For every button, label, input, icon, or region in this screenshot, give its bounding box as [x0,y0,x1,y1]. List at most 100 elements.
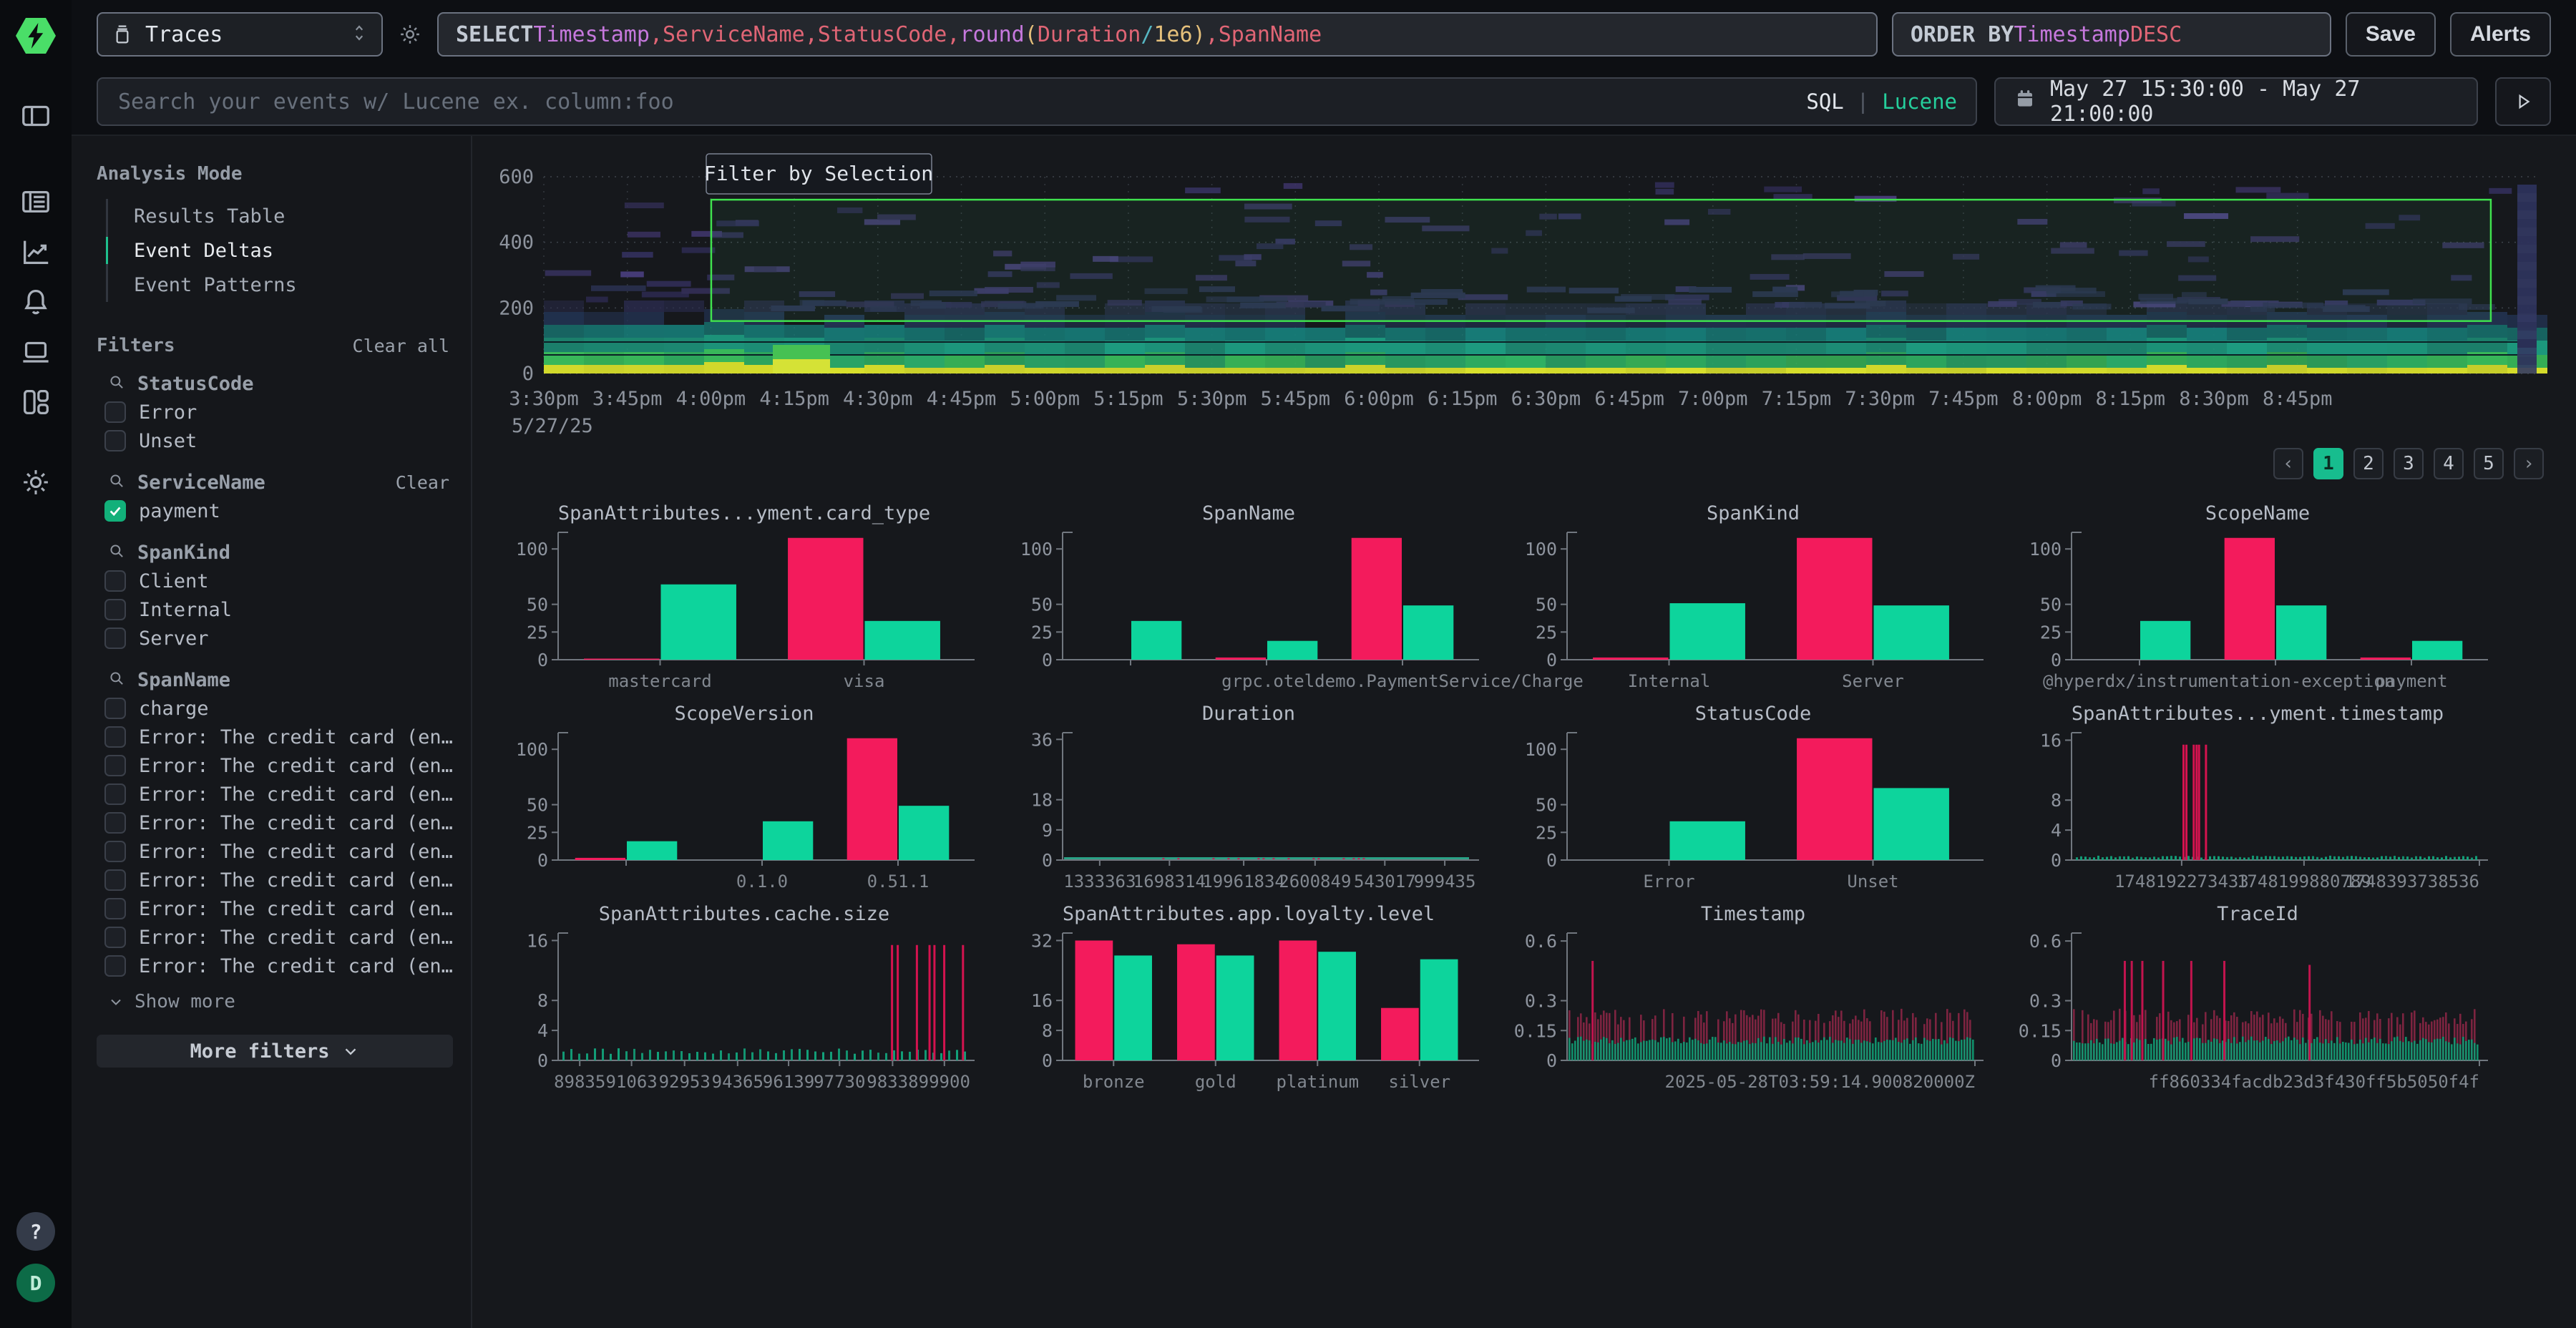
analysis-mode-item-event-deltas[interactable]: Event Deltas [108,233,471,268]
alerts-button[interactable]: Alerts [2450,12,2551,57]
chart-plot[interactable]: 02550100mastercardvisa [508,527,980,688]
source-select[interactable]: Traces [97,12,383,57]
filter-option[interactable]: Error [104,398,457,426]
code-token: ) [1193,22,1206,47]
filter-option[interactable]: payment [104,497,457,525]
mini-chart-scopeversion: ScopeVersion025501000.1.00.51.1 [508,701,980,889]
more-filters-button[interactable]: More filters [97,1035,453,1068]
checkbox[interactable] [104,401,126,423]
help-button[interactable]: ? [16,1212,55,1251]
filter-option[interactable]: Error: The credit card (end… [104,809,457,837]
filter-option[interactable]: Error: The credit card (end… [104,723,457,751]
chart-plot[interactable]: 02550100grpc.oteldemo.PaymentService/Cha… [1013,527,1485,688]
code-token: Timestamp [533,22,650,47]
filter-group-name: SpanKind [137,542,230,564]
filter-group-header[interactable]: SpanName [107,665,449,694]
svg-text:100: 100 [1525,739,1557,760]
checkbox[interactable] [104,755,126,776]
checkbox[interactable] [104,841,126,862]
checkbox[interactable] [104,869,126,891]
avatar[interactable]: D [16,1264,55,1302]
page-button-2[interactable]: 2 [2353,448,2384,479]
checkbox[interactable] [104,599,126,620]
checkbox[interactable] [104,927,126,948]
search-box[interactable]: SQL | Lucene [97,77,1977,126]
filter-option[interactable]: Error: The credit card (end… [104,894,457,923]
page-next-button[interactable]: › [2514,448,2544,479]
hyperdx-logo[interactable] [14,14,57,57]
chart-plot[interactable]: 00.150.30.62025-05-28T03:59:14.900820000… [1517,927,1989,1089]
filter-option[interactable]: Error: The credit card (end… [104,866,457,894]
checkbox[interactable] [104,628,126,649]
svg-text:16: 16 [527,930,548,951]
chart-plot[interactable]: 0481617481922734331748199880789174839373… [2021,727,2494,889]
chart-plot[interactable]: 081632bronzegoldplatinumsilver [1013,927,1485,1089]
code-token: Timestamp [2014,22,2130,47]
language-toggle[interactable]: SQL | Lucene [1790,89,1957,114]
svg-text:8:15pm: 8:15pm [2096,388,2166,410]
page-button-5[interactable]: 5 [2474,448,2504,479]
checkbox[interactable] [104,698,126,719]
chart-plot[interactable]: 00.150.30.6ff860334facdb23d3f430ff5b5050… [2021,927,2494,1089]
page-button-4[interactable]: 4 [2434,448,2464,479]
toggle-lucene[interactable]: Lucene [1882,89,1957,114]
checkbox-checked[interactable] [104,500,126,522]
mini-chart-duration: Duration09183613333631698314199618342600… [1013,701,1485,889]
chart-plot[interactable]: 0918361333363169831419961834260084954301… [1013,727,1485,889]
svg-text:7:30pm: 7:30pm [1845,388,1915,410]
sql-orderby-editor[interactable]: ORDER BY Timestamp DESC [1892,12,2331,57]
save-button[interactable]: Save [2346,12,2436,57]
svg-text:50: 50 [527,795,548,816]
chart-plot[interactable]: 02550100InternalServer [1517,527,1989,688]
events-heatmap[interactable]: Filter by Selection02004006003:30pm3:45p… [472,143,2576,438]
filter-option[interactable]: Error: The credit card (end… [104,923,457,952]
chart-plot[interactable]: 025501000.1.00.51.1 [508,727,980,889]
pagination: ‹ 12345 › [472,448,2544,479]
chart-search-icon[interactable] [14,230,57,273]
checkbox[interactable] [104,812,126,834]
page-button-3[interactable]: 3 [2394,448,2424,479]
filter-group-header[interactable]: StatusCode [107,369,449,398]
filter-option[interactable]: Client [104,567,457,595]
checkbox[interactable] [104,570,126,592]
chart-plot[interactable]: 02550100@hyperdx/instrumentation-excepti… [2021,527,2494,688]
analysis-mode-item-event-patterns[interactable]: Event Patterns [108,268,471,302]
checkbox[interactable] [104,726,126,748]
chart-plot[interactable]: 02550100ErrorUnset [1517,727,1989,889]
laptop-icon[interactable] [14,331,57,374]
toggle-sql[interactable]: SQL [1806,89,1843,114]
filter-group-header[interactable]: SpanKind [107,538,449,567]
bell-icon[interactable] [14,280,57,323]
dashboard-icon[interactable] [14,381,57,424]
filter-option[interactable]: Internal [104,595,457,624]
filter-option[interactable]: Error: The credit card (end… [104,952,457,980]
filter-option[interactable]: Error: The credit card (end… [104,837,457,866]
search-input[interactable] [117,89,1790,115]
analysis-mode-item-results-table[interactable]: Results Table [108,199,471,233]
page-button-1[interactable]: 1 [2313,448,2343,479]
filter-option[interactable]: Unset [104,426,457,455]
filter-group-header[interactable]: ServiceNameClear [107,468,449,497]
run-query-button[interactable] [2495,77,2551,126]
svg-text:6:30pm: 6:30pm [1511,388,1581,410]
checkbox[interactable] [104,430,126,451]
panel-toggle-icon[interactable] [14,94,57,137]
sql-select-editor[interactable]: SELECT Timestamp,ServiceName,StatusCode,… [437,12,1878,57]
filter-option[interactable]: Server [104,624,457,653]
filter-option[interactable]: Error: The credit card (end… [104,751,457,780]
clear-filter-link[interactable]: Clear [396,472,449,493]
clear-all-link[interactable]: Clear all [353,336,449,356]
event-log-icon[interactable] [14,180,57,223]
code-token: 1e6 [1153,22,1192,47]
show-more-link[interactable]: Show more [107,987,471,1016]
checkbox[interactable] [104,783,126,805]
gear-icon[interactable] [14,461,57,504]
filter-option[interactable]: Error: The credit card (end… [104,780,457,809]
page-prev-button[interactable]: ‹ [2273,448,2303,479]
checkbox[interactable] [104,955,126,977]
checkbox[interactable] [104,898,126,919]
chart-plot[interactable]: 0481689835910639295394365961399773098338… [508,927,980,1089]
filter-option[interactable]: charge [104,694,457,723]
date-range-picker[interactable]: May 27 15:30:00 - May 27 21:00:00 [1994,77,2478,126]
query-settings-gear-icon[interactable] [397,21,423,47]
